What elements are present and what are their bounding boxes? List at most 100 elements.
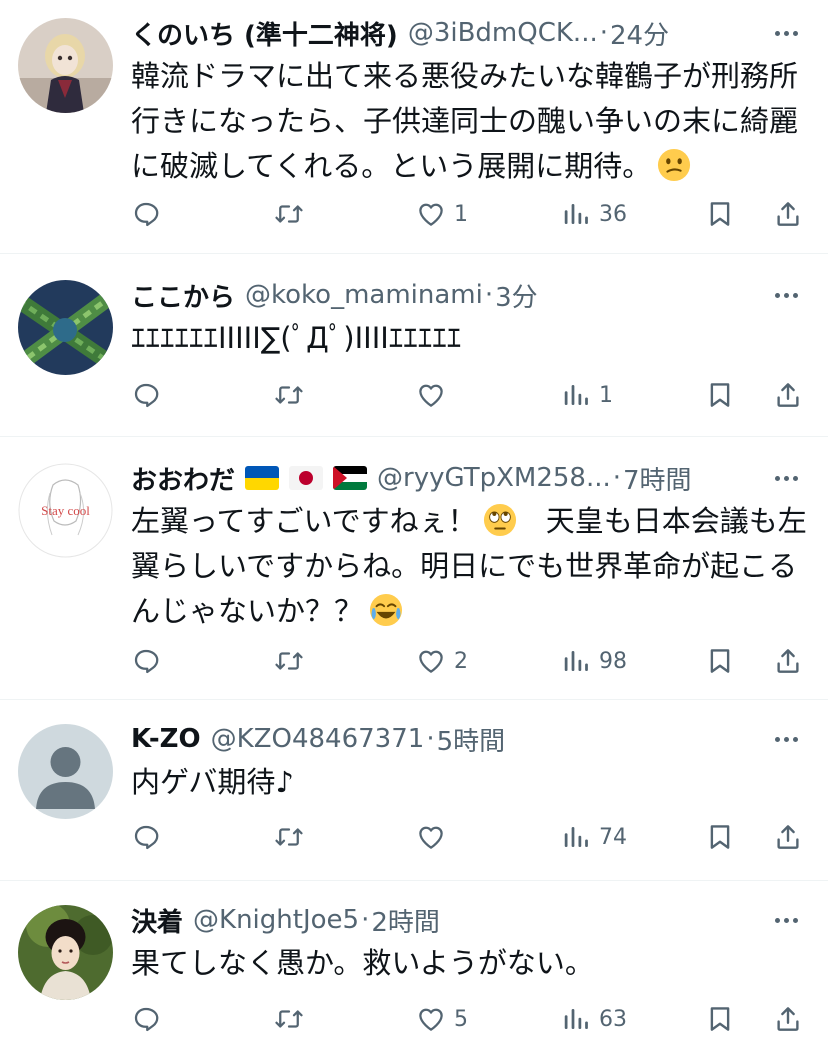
retweet-button[interactable] bbox=[274, 375, 304, 415]
retweet-icon bbox=[274, 822, 304, 852]
share-button[interactable] bbox=[773, 999, 803, 1039]
avatar[interactable] bbox=[18, 18, 113, 113]
tweet[interactable]: くのいち (準十二神将) @3iBdmQCK... · 24分 韓流ドラマに出て… bbox=[0, 0, 828, 254]
retweet-button[interactable] bbox=[274, 817, 304, 857]
bookmark-button[interactable] bbox=[705, 375, 735, 415]
display-name[interactable]: 決着 bbox=[131, 902, 183, 939]
views-button[interactable]: 74 bbox=[561, 817, 627, 857]
action-bar: 1 bbox=[131, 375, 808, 415]
tweet-text: ｴｴｴｴｴｴIIIII∑(ﾟДﾟ)IIIIｴｴｴｴｴ bbox=[131, 321, 462, 355]
like-button[interactable]: 1 bbox=[416, 194, 468, 234]
bookmark-icon bbox=[705, 646, 735, 676]
tweet-text-content: 韓流ドラマに出て来る悪役みたいな韓鶴子が刑務所行きになったら、子供達同士の醜い争… bbox=[131, 59, 799, 183]
tweet[interactable]: 決着 @KnightJoe5 · 2時間 果てしなく愚か。救いようがない。 5 … bbox=[0, 881, 828, 1043]
ukraine-flag-icon bbox=[245, 466, 280, 490]
view-count: 63 bbox=[599, 1006, 627, 1032]
action-bar: 1 36 bbox=[131, 194, 808, 234]
separator-dot: · bbox=[612, 463, 622, 493]
user-handle[interactable]: @3iBdmQCK... bbox=[408, 18, 598, 48]
tweet[interactable]: Stay cool おおわだ @ryyGTpXM258... · 7時間 左翼っ… bbox=[0, 437, 828, 700]
bookmark-icon bbox=[705, 1004, 735, 1034]
timestamp[interactable]: 5時間 bbox=[437, 721, 506, 758]
bookmark-button[interactable] bbox=[705, 641, 735, 681]
reply-button[interactable] bbox=[131, 641, 161, 681]
like-icon bbox=[416, 1004, 446, 1034]
palestine-flag-icon bbox=[333, 466, 368, 490]
reply-icon bbox=[131, 822, 161, 852]
user-handle[interactable]: @KnightJoe5 bbox=[193, 905, 359, 935]
share-button[interactable] bbox=[773, 194, 803, 234]
retweet-button[interactable] bbox=[274, 194, 304, 234]
like-button[interactable] bbox=[416, 375, 454, 415]
views-button[interactable]: 1 bbox=[561, 375, 613, 415]
avatar[interactable]: Stay cool bbox=[18, 463, 113, 558]
tweet-header: おおわだ @ryyGTpXM258... · 7時間 bbox=[131, 459, 808, 497]
reply-icon bbox=[131, 199, 161, 229]
views-icon bbox=[561, 1004, 591, 1034]
more-icon[interactable] bbox=[764, 901, 808, 939]
views-button[interactable]: 63 bbox=[561, 999, 627, 1039]
reply-button[interactable] bbox=[131, 375, 161, 415]
bookmark-icon bbox=[705, 380, 735, 410]
display-name[interactable]: K-ZO bbox=[131, 724, 201, 754]
action-bar: 5 63 bbox=[131, 999, 808, 1039]
retweet-button[interactable] bbox=[274, 999, 304, 1039]
share-button[interactable] bbox=[773, 641, 803, 681]
separator-dot: · bbox=[484, 280, 494, 310]
share-button[interactable] bbox=[773, 375, 803, 415]
more-icon[interactable] bbox=[764, 14, 808, 52]
like-count: 2 bbox=[454, 648, 468, 674]
display-name[interactable]: ここから bbox=[131, 277, 235, 314]
timestamp[interactable]: 24分 bbox=[610, 15, 669, 52]
bookmark-button[interactable] bbox=[705, 817, 735, 857]
tweet-header: 決着 @KnightJoe5 · 2時間 bbox=[131, 901, 808, 939]
more-icon[interactable] bbox=[764, 720, 808, 758]
action-bar: 74 bbox=[131, 817, 808, 857]
retweet-icon bbox=[274, 199, 304, 229]
like-count: 1 bbox=[454, 201, 468, 227]
confused-face-icon bbox=[658, 148, 691, 182]
timestamp[interactable]: 2時間 bbox=[371, 902, 440, 939]
user-handle[interactable]: @KZO48467371 bbox=[211, 724, 425, 754]
eye-roll-face-icon bbox=[483, 503, 516, 537]
retweet-button[interactable] bbox=[274, 641, 304, 681]
share-icon bbox=[773, 1004, 803, 1034]
tweet[interactable]: K-ZO @KZO48467371 · 5時間 内ゲバ期待♪ 74 bbox=[0, 700, 828, 881]
avatar[interactable] bbox=[18, 905, 113, 1000]
more-icon[interactable] bbox=[764, 459, 808, 497]
view-count: 74 bbox=[599, 824, 627, 850]
like-button[interactable] bbox=[416, 817, 454, 857]
timestamp[interactable]: 7時間 bbox=[623, 460, 692, 497]
reply-button[interactable] bbox=[131, 194, 161, 234]
like-button[interactable]: 2 bbox=[416, 641, 468, 681]
views-button[interactable]: 98 bbox=[561, 641, 627, 681]
avatar[interactable] bbox=[18, 724, 113, 819]
share-icon bbox=[773, 822, 803, 852]
avatar-text: Stay cool bbox=[41, 503, 90, 518]
like-icon bbox=[416, 822, 446, 852]
timestamp[interactable]: 3分 bbox=[495, 277, 538, 314]
tweet-text: 左翼ってすごいですねぇ！ 天皇も日本会議も左翼らしいですからね。明日にでも世界革… bbox=[131, 499, 808, 634]
like-icon bbox=[416, 380, 446, 410]
view-count: 98 bbox=[599, 648, 627, 674]
retweet-icon bbox=[274, 646, 304, 676]
reply-button[interactable] bbox=[131, 817, 161, 857]
separator-dot: · bbox=[426, 724, 435, 754]
views-button[interactable]: 36 bbox=[561, 194, 627, 234]
share-button[interactable] bbox=[773, 817, 803, 857]
tweet[interactable]: ここから @koko_maminami · 3分 ｴｴｴｴｴｴIIIII∑(ﾟД… bbox=[0, 254, 828, 437]
display-name[interactable]: おおわだ bbox=[131, 460, 235, 497]
share-icon bbox=[773, 646, 803, 676]
bookmark-button[interactable] bbox=[705, 194, 735, 234]
user-handle[interactable]: @ryyGTpXM258... bbox=[377, 463, 611, 493]
tweet-text: 韓流ドラマに出て来る悪役みたいな韓鶴子が刑務所行きになったら、子供達同士の醜い争… bbox=[131, 54, 808, 189]
avatar[interactable] bbox=[18, 280, 113, 375]
tears-of-joy-face-icon bbox=[369, 593, 403, 627]
display-name[interactable]: くのいち (準十二神将) bbox=[131, 15, 398, 52]
tweet-text: 内ゲバ期待♪ bbox=[131, 765, 294, 799]
like-button[interactable]: 5 bbox=[416, 999, 468, 1039]
user-handle[interactable]: @koko_maminami bbox=[245, 280, 483, 310]
bookmark-button[interactable] bbox=[705, 999, 735, 1039]
more-icon[interactable] bbox=[764, 276, 808, 314]
reply-button[interactable] bbox=[131, 999, 161, 1039]
